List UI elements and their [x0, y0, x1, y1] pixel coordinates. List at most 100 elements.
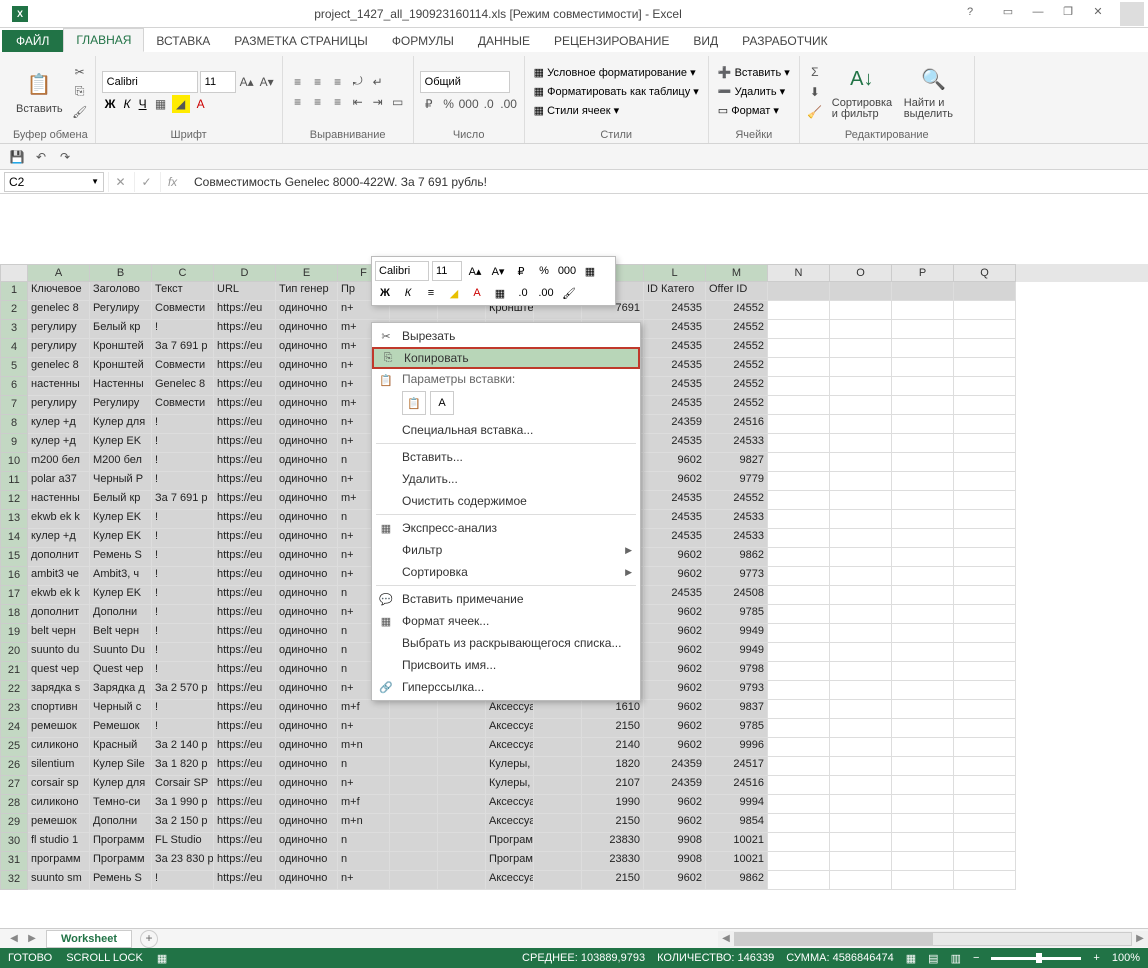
cell[interactable]: [892, 510, 954, 529]
cell[interactable]: 9793: [706, 681, 768, 700]
cell[interactable]: ekwb ek k: [28, 510, 90, 529]
cell[interactable]: [954, 662, 1016, 681]
row-header-17[interactable]: 17: [0, 586, 28, 605]
cell[interactable]: https://eu: [214, 833, 276, 852]
mini-align-icon[interactable]: ≡: [421, 283, 441, 303]
row-header-14[interactable]: 14: [0, 529, 28, 548]
cell[interactable]: 9949: [706, 643, 768, 662]
number-format-dropdown[interactable]: [420, 71, 510, 93]
cell[interactable]: [892, 757, 954, 776]
view-page-layout-icon[interactable]: ▤: [928, 952, 938, 965]
col-header-A[interactable]: A: [28, 264, 90, 282]
cell[interactable]: [390, 719, 438, 738]
cell[interactable]: [954, 833, 1016, 852]
cell[interactable]: [830, 700, 892, 719]
cut-icon[interactable]: ✂: [71, 63, 89, 81]
tab-layout[interactable]: РАЗМЕТКА СТРАНИЦЫ: [222, 30, 380, 52]
cell[interactable]: [954, 700, 1016, 719]
cell[interactable]: зарядка s: [28, 681, 90, 700]
cell[interactable]: !: [152, 719, 214, 738]
cell[interactable]: одиночно: [276, 757, 338, 776]
cell[interactable]: [830, 377, 892, 396]
cell[interactable]: https://eu: [214, 339, 276, 358]
cell[interactable]: suunto du: [28, 643, 90, 662]
cell[interactable]: 23830: [582, 833, 644, 852]
cell[interactable]: !: [152, 434, 214, 453]
row-header-8[interactable]: 8: [0, 415, 28, 434]
cell[interactable]: 24517: [706, 757, 768, 776]
mini-decrease-font-icon[interactable]: A▾: [488, 261, 508, 281]
merge-icon[interactable]: ▭: [389, 93, 407, 111]
cell[interactable]: n+: [338, 871, 390, 890]
cell[interactable]: регулиру: [28, 320, 90, 339]
cell[interactable]: Аксессуары для умных часов и браслето: [486, 795, 534, 814]
cell[interactable]: [768, 795, 830, 814]
align-bottom-icon[interactable]: ≡: [329, 73, 347, 91]
cell[interactable]: Программное обеспечение для компь: [486, 852, 534, 871]
cell[interactable]: 9837: [706, 700, 768, 719]
cell[interactable]: 24533: [706, 510, 768, 529]
col-header-M[interactable]: M: [706, 264, 768, 282]
mini-bold-button[interactable]: Ж: [375, 283, 395, 303]
cell[interactable]: Ремень S: [90, 548, 152, 567]
zoom-level[interactable]: 100%: [1112, 952, 1140, 964]
mini-decimals2-icon[interactable]: .00: [536, 283, 556, 303]
cell[interactable]: дополнит: [28, 605, 90, 624]
cell[interactable]: [892, 548, 954, 567]
cell[interactable]: [954, 548, 1016, 567]
ctx-hyperlink[interactable]: 🔗Гиперссылка...: [372, 676, 640, 698]
row-header-7[interactable]: 7: [0, 396, 28, 415]
col-header-P[interactable]: P: [892, 264, 954, 282]
cell[interactable]: https://eu: [214, 377, 276, 396]
font-name-dropdown[interactable]: [102, 71, 198, 93]
cell[interactable]: [954, 795, 1016, 814]
macro-record-icon[interactable]: ▦: [157, 952, 167, 965]
cell[interactable]: !: [152, 415, 214, 434]
cell[interactable]: [390, 795, 438, 814]
cell[interactable]: [768, 605, 830, 624]
cell[interactable]: [534, 833, 582, 852]
cell[interactable]: одиночно: [276, 377, 338, 396]
cell[interactable]: Текст: [152, 282, 214, 301]
cell[interactable]: 24516: [706, 415, 768, 434]
cell[interactable]: [390, 776, 438, 795]
cell[interactable]: [768, 567, 830, 586]
cell[interactable]: https://eu: [214, 681, 276, 700]
conditional-formatting-button[interactable]: ▦ Условное форматирование ▾: [531, 64, 702, 81]
cell[interactable]: [892, 472, 954, 491]
cell[interactable]: Кронштей: [90, 358, 152, 377]
cell[interactable]: [534, 852, 582, 871]
cell[interactable]: 24552: [706, 320, 768, 339]
col-header-C[interactable]: C: [152, 264, 214, 282]
cell[interactable]: спортивн: [28, 700, 90, 719]
percent-icon[interactable]: %: [440, 95, 458, 113]
cell[interactable]: [954, 339, 1016, 358]
cell[interactable]: Аксессуары для умных часов и браслето: [486, 700, 534, 719]
cell[interactable]: [892, 434, 954, 453]
italic-button[interactable]: К: [121, 95, 134, 113]
cell[interactable]: [954, 358, 1016, 377]
cell[interactable]: [892, 301, 954, 320]
fill-color-icon[interactable]: ◢: [172, 95, 190, 113]
mini-size-dropdown[interactable]: [432, 261, 462, 281]
cell[interactable]: За 7 691 р: [152, 491, 214, 510]
cell[interactable]: одиночно: [276, 814, 338, 833]
cell[interactable]: За 2 570 р: [152, 681, 214, 700]
cell[interactable]: 2140: [582, 738, 644, 757]
tab-data[interactable]: ДАННЫЕ: [466, 30, 542, 52]
cell[interactable]: 9785: [706, 719, 768, 738]
cell[interactable]: настенны: [28, 377, 90, 396]
cell[interactable]: [830, 320, 892, 339]
cell[interactable]: [438, 719, 486, 738]
cell[interactable]: одиночно: [276, 529, 338, 548]
cell[interactable]: дополнит: [28, 548, 90, 567]
cell[interactable]: [954, 301, 1016, 320]
cell[interactable]: одиночно: [276, 548, 338, 567]
cell[interactable]: За 7 691 р: [152, 339, 214, 358]
cell[interactable]: 9602: [644, 605, 706, 624]
cell[interactable]: [390, 700, 438, 719]
cell[interactable]: Совмести: [152, 301, 214, 320]
cell[interactable]: Кулер для: [90, 776, 152, 795]
cell[interactable]: [438, 776, 486, 795]
font-color-icon[interactable]: A: [192, 95, 210, 113]
